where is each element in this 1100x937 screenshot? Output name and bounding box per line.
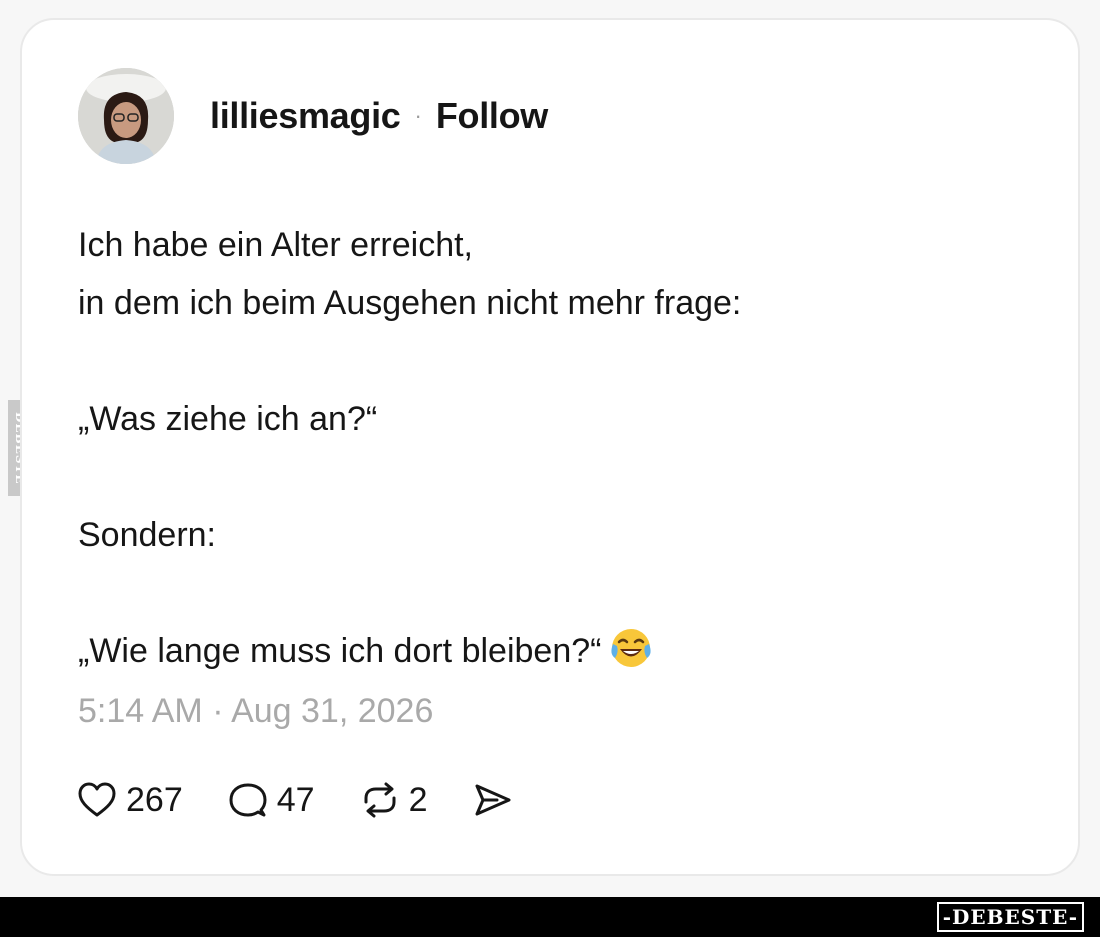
- post-line-3: „Was ziehe ich an?“: [78, 400, 378, 438]
- heart-icon: [78, 782, 116, 817]
- reply-count: 47: [276, 780, 315, 819]
- post-line-5: „Wie lange muss ich dort bleiben?“: [78, 632, 602, 670]
- post-text: Ich habe ein Alter erreicht, in dem ich …: [78, 216, 1038, 688]
- post-line-2: in dem ich beim Ausgehen nicht mehr frag…: [78, 284, 742, 322]
- avatar-image: [78, 68, 174, 164]
- repost-icon: [364, 782, 396, 818]
- follow-button[interactable]: Follow: [436, 95, 548, 137]
- post-card: lilliesmagic · Follow Ich habe ein Alter…: [20, 18, 1080, 876]
- laughing-tears-emoji-icon: [609, 626, 653, 688]
- share-button[interactable]: [471, 780, 513, 820]
- post-line-5-wrap: „Wie lange muss ich dort bleiben?“: [78, 622, 1038, 688]
- post-header: lilliesmagic · Follow: [78, 68, 548, 164]
- post-line-1: Ich habe ein Alter erreicht,: [78, 226, 474, 264]
- username[interactable]: lilliesmagic: [210, 95, 401, 137]
- like-button[interactable]: 267: [76, 780, 183, 820]
- separator-dot: ·: [414, 103, 422, 128]
- debeste-logo: -DEBESTE-: [936, 902, 1084, 932]
- repost-count: 2: [408, 780, 428, 819]
- avatar[interactable]: [78, 68, 174, 164]
- post-timestamp: 5:14 AM · Aug 31, 2026: [78, 692, 434, 730]
- send-icon: [475, 784, 511, 816]
- reply-button[interactable]: 47: [227, 780, 315, 820]
- post-line-4: Sondern:: [78, 516, 216, 554]
- comment-bubble-icon: [229, 783, 267, 817]
- footer-bar: -DEBESTE-: [0, 897, 1100, 937]
- like-count: 267: [126, 780, 183, 819]
- repost-button[interactable]: 2: [359, 780, 428, 820]
- action-bar: 267 47 2: [76, 780, 557, 820]
